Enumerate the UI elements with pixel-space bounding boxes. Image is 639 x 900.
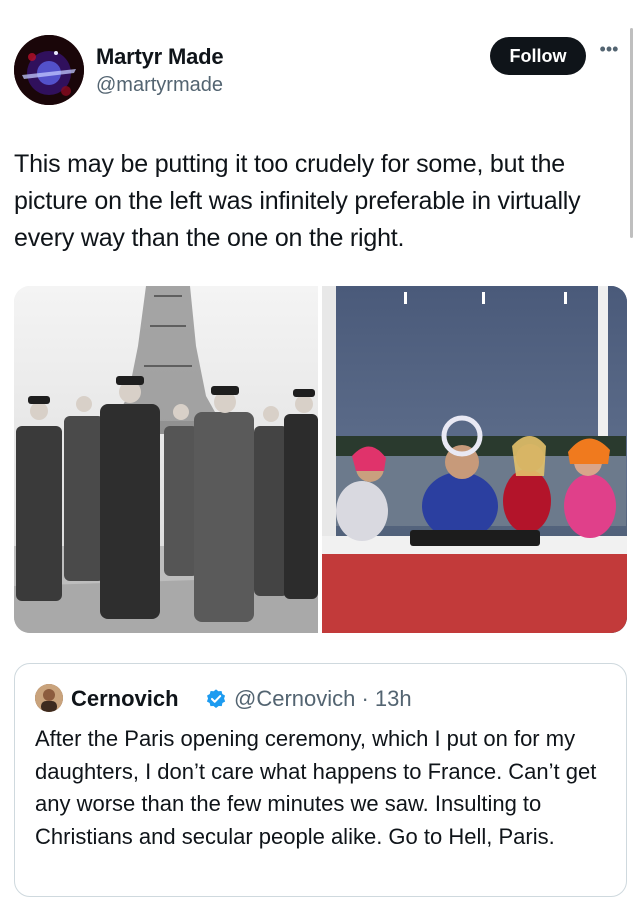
author-display-name[interactable]: Martyr Made <box>96 44 224 70</box>
media-image-left[interactable] <box>14 286 318 633</box>
tweet-media <box>14 286 627 633</box>
follow-button[interactable]: Follow <box>490 37 586 75</box>
tweet-page: Martyr Made @martyrmade Follow ••• This … <box>0 0 639 900</box>
author-avatar[interactable] <box>14 35 84 105</box>
more-horizontal-icon[interactable]: ••• <box>598 40 620 66</box>
verified-badge-icon <box>206 689 226 708</box>
quoted-author-display-name[interactable]: Cernovich <box>71 686 179 712</box>
quoted-tweet-text: After the Paris opening ceremony, which … <box>35 726 597 849</box>
quoted-author-handle-time[interactable]: @Cernovich · 13h <box>234 686 412 712</box>
media-image-right[interactable] <box>322 286 627 633</box>
quoted-tweet[interactable]: Cernovich @Cernovich · 13h After the Par… <box>14 663 627 897</box>
quoted-author-avatar[interactable] <box>35 684 63 712</box>
author-handle[interactable]: @martyrmade <box>96 74 223 97</box>
tweet-text: This may be putting it too crudely for s… <box>14 150 581 252</box>
scrollbar[interactable] <box>630 28 633 238</box>
